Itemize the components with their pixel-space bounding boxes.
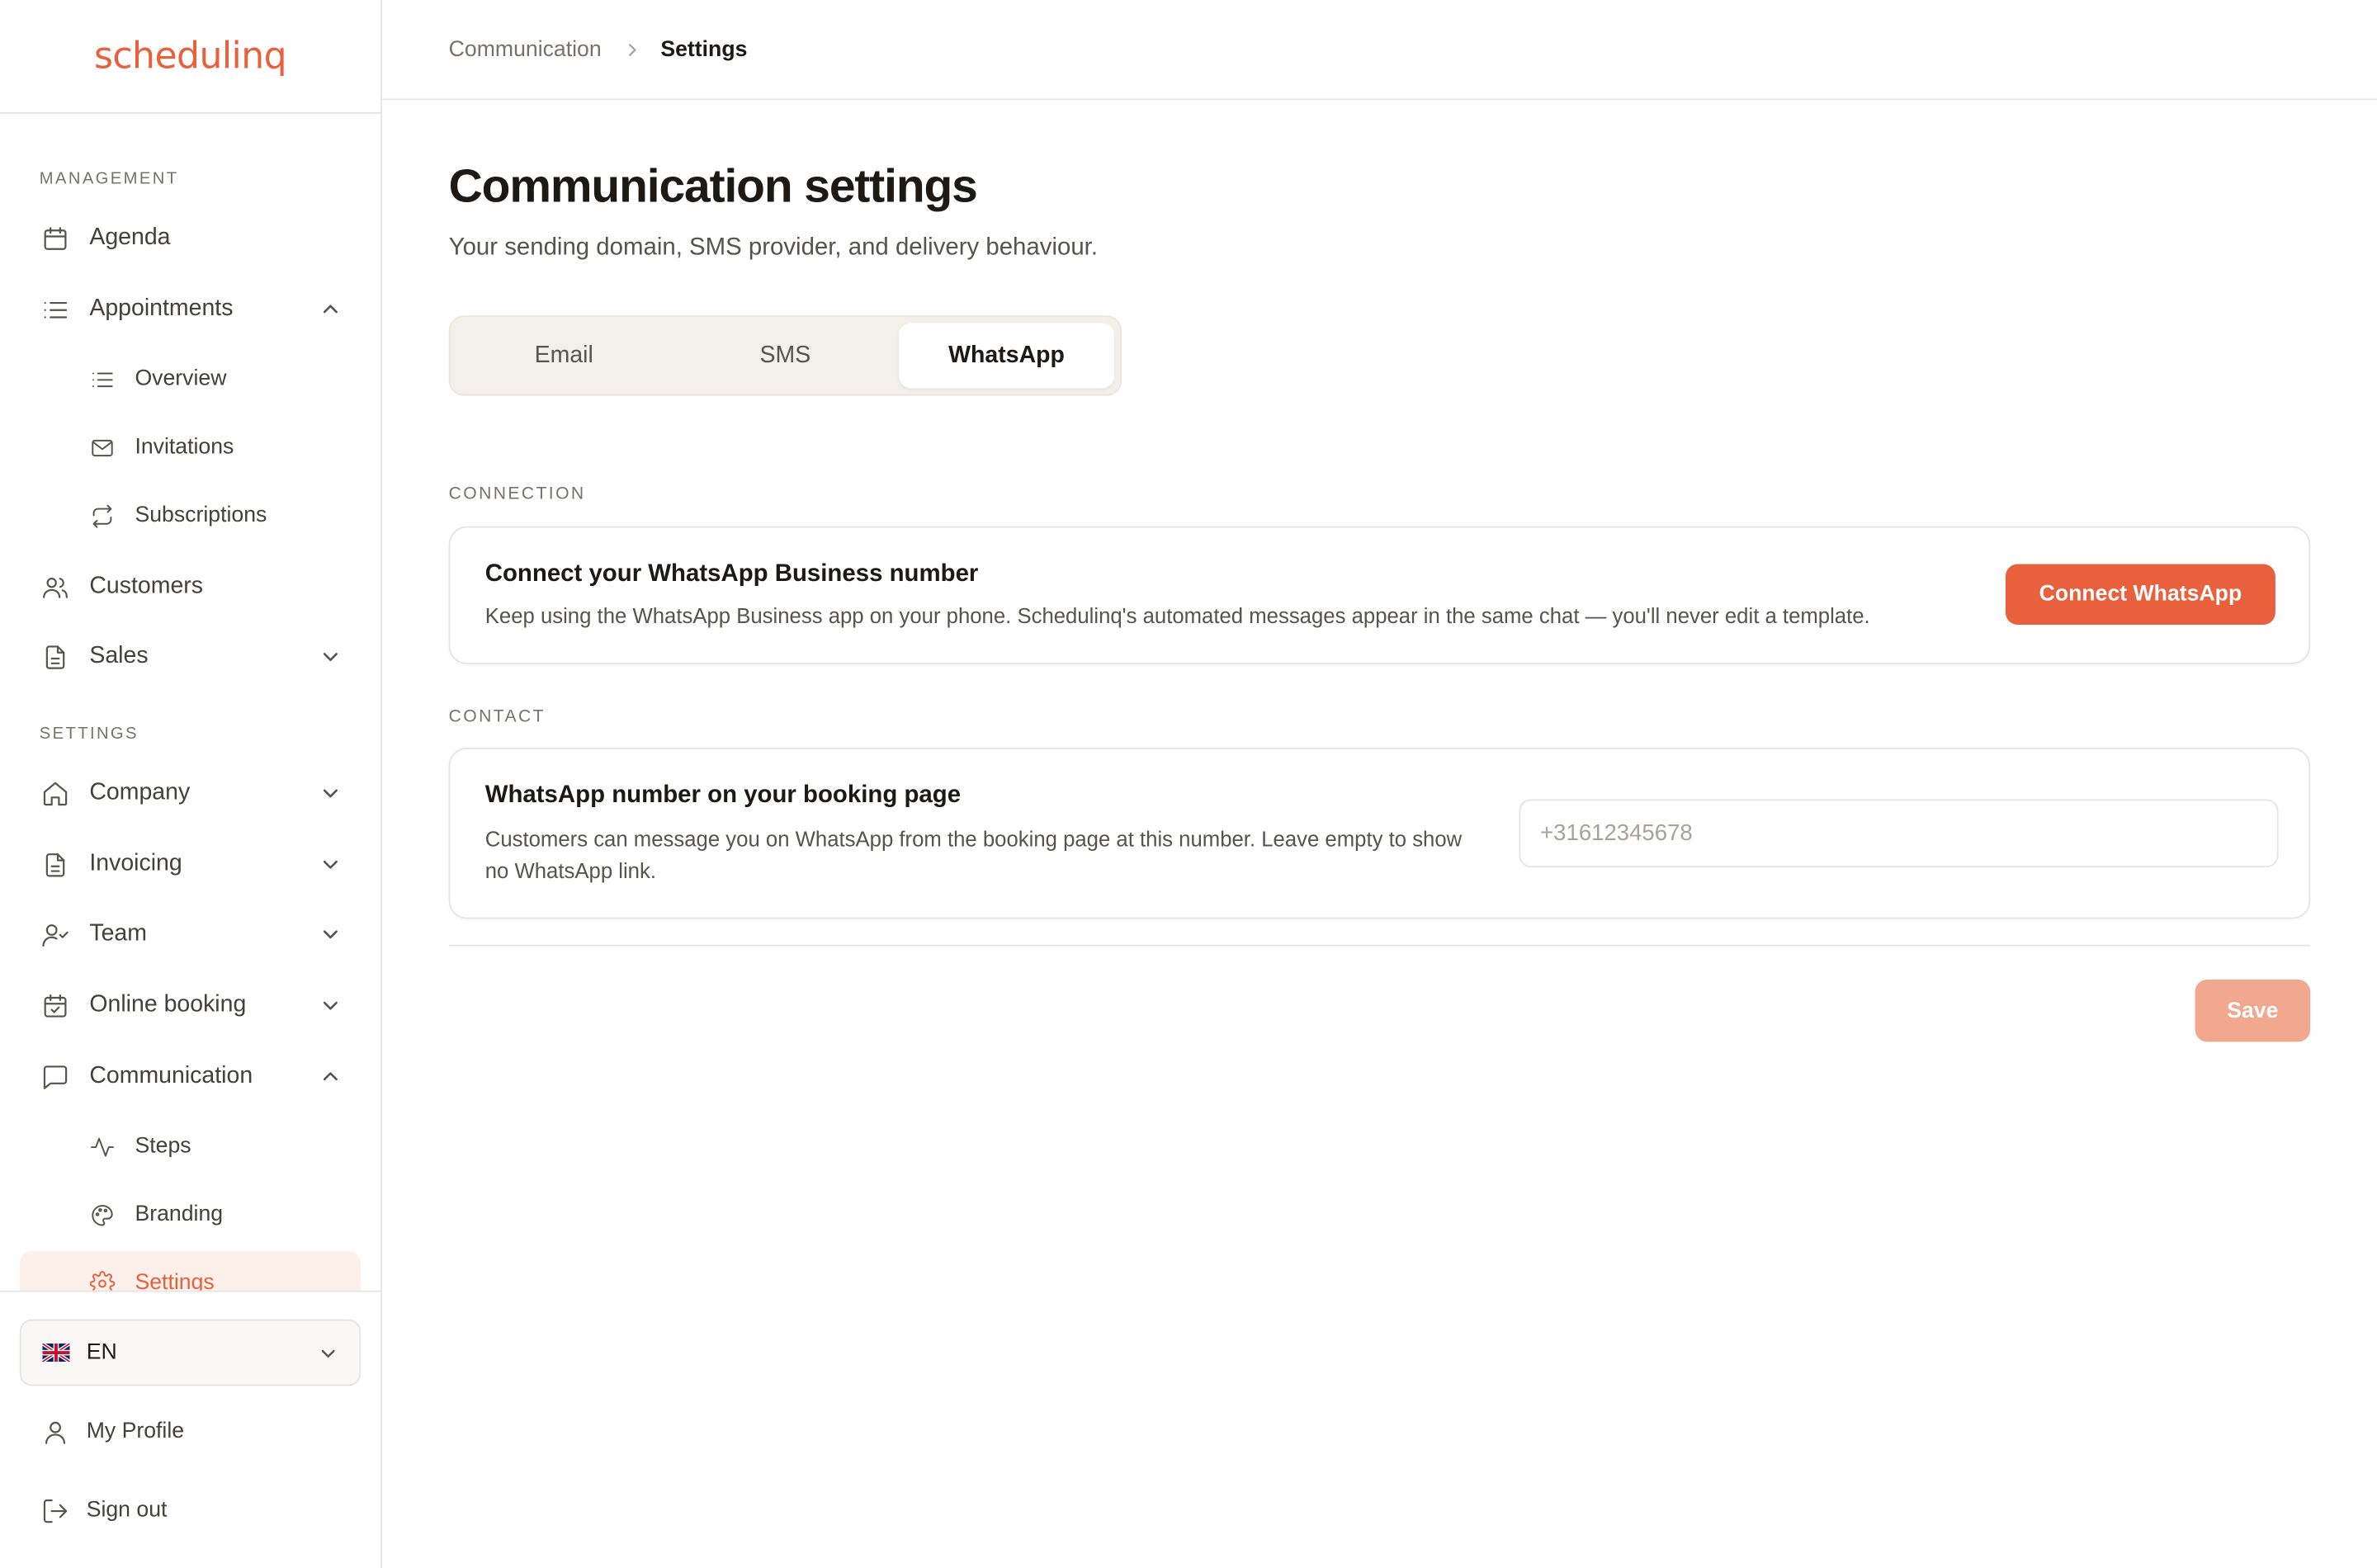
chevron-down-icon	[320, 994, 342, 1016]
mail-icon	[88, 434, 116, 461]
breadcrumb: Communication Settings	[381, 0, 2377, 101]
whatsapp-number-input[interactable]	[1519, 799, 2279, 868]
contact-title: WhatsApp number on your booking page	[484, 782, 962, 809]
palette-icon	[88, 1201, 116, 1228]
document-icon	[40, 849, 70, 880]
sidebar-item-appointments[interactable]: Appointments	[20, 279, 361, 340]
contact-card: WhatsApp number on your booking page Cus…	[448, 747, 2311, 919]
gear-icon	[88, 1269, 116, 1291]
sign-out-label: Sign out	[86, 1498, 168, 1523]
language-code: EN	[86, 1340, 117, 1365]
sidebar-item-team[interactable]: Team	[20, 904, 361, 965]
document-icon	[40, 641, 70, 672]
tab-email[interactable]: Email	[456, 323, 672, 388]
home-icon	[40, 778, 70, 809]
divider	[448, 944, 2311, 947]
chevron-down-icon	[319, 1344, 338, 1363]
user-icon	[40, 1416, 70, 1447]
sidebar-item-label: Invoicing	[89, 850, 182, 877]
breadcrumb-parent[interactable]: Communication	[449, 37, 602, 61]
chevron-down-icon	[320, 923, 342, 945]
sidebar-item-label: Team	[89, 920, 147, 947]
sidebar-item-communication[interactable]: Communication	[20, 1046, 361, 1108]
sidebar-item-label: Branding	[135, 1202, 224, 1227]
sidebar-item-label: Customers	[89, 573, 204, 599]
sidebar-item-company[interactable]: Company	[20, 763, 361, 824]
uk-flag-icon	[42, 1344, 70, 1363]
sidebar: schedulinq MANAGEMENT Agenda Appointment…	[0, 0, 382, 1568]
chevron-right-icon	[622, 40, 640, 59]
app-logo[interactable]: schedulinq	[94, 35, 287, 77]
sidebar-item-label: Company	[89, 779, 191, 805]
tab-sms[interactable]: SMS	[678, 323, 893, 388]
sidebar-item-label: Online booking	[89, 991, 247, 1018]
app-root: schedulinq MANAGEMENT Agenda Appointment…	[0, 0, 2377, 1568]
list-icon	[88, 366, 116, 393]
user-check-icon	[40, 919, 70, 950]
page-subtitle: Your sending domain, SMS provider, and d…	[448, 234, 1099, 262]
list-icon	[40, 294, 70, 324]
sidebar-nav[interactable]: MANAGEMENT Agenda Appointments Overview …	[0, 114, 380, 1291]
sidebar-item-agenda[interactable]: Agenda	[20, 208, 361, 268]
activity-icon	[88, 1133, 116, 1160]
page-title: Communication settings	[448, 158, 978, 213]
sidebar-item-sales[interactable]: Sales	[20, 626, 361, 687]
section-label-settings: SETTINGS	[39, 725, 139, 744]
chevron-up-icon	[320, 1066, 342, 1088]
save-button[interactable]: Save	[2195, 980, 2311, 1042]
sidebar-subitem-steps[interactable]: Steps	[67, 1119, 361, 1174]
sidebar-item-online-booking[interactable]: Online booking	[20, 975, 361, 1037]
sidebar-item-label: Invitations	[135, 435, 234, 460]
section-label-connection: CONNECTION	[448, 485, 586, 504]
connection-card: Connect your WhatsApp Business number Ke…	[448, 526, 2311, 664]
sidebar-item-label: Communication	[89, 1063, 253, 1089]
connection-title: Connect your WhatsApp Business number	[484, 560, 979, 588]
message-square-icon	[40, 1061, 70, 1092]
section-label-contact: CONTACT	[448, 708, 546, 727]
logo-area[interactable]: schedulinq	[0, 0, 381, 114]
language-select[interactable]: EN	[19, 1319, 362, 1386]
calendar-check-icon	[40, 990, 70, 1021]
chevron-down-icon	[320, 646, 342, 668]
connection-description: Keep using the WhatsApp Business app on …	[484, 603, 1870, 628]
main-content: Communication Settings Communication set…	[381, 0, 2377, 1568]
connect-whatsapp-button[interactable]: Connect WhatsApp	[2005, 564, 2275, 626]
tab-whatsapp[interactable]: WhatsApp	[899, 323, 1114, 389]
calendar-icon	[40, 223, 70, 253]
chevron-down-icon	[320, 782, 342, 804]
sidebar-subitem-branding[interactable]: Branding	[67, 1188, 361, 1242]
my-profile-link[interactable]: My Profile	[20, 1401, 361, 1462]
sidebar-item-label: Subscriptions	[135, 503, 267, 528]
sidebar-footer: EN My Profile Sign out	[0, 1290, 381, 1568]
users-icon	[40, 572, 70, 602]
contact-description: Customers can message you on WhatsApp fr…	[484, 826, 1463, 883]
sidebar-item-label: Overview	[135, 366, 227, 392]
repeat-icon	[88, 502, 116, 529]
sidebar-item-label: Agenda	[89, 224, 171, 251]
breadcrumb-current: Settings	[660, 37, 748, 62]
my-profile-label: My Profile	[86, 1419, 185, 1444]
sidebar-item-customers[interactable]: Customers	[20, 556, 361, 617]
sign-out-link[interactable]: Sign out	[20, 1480, 361, 1541]
sidebar-subitem-invitations[interactable]: Invitations	[67, 420, 361, 475]
log-out-icon	[40, 1495, 70, 1526]
sidebar-item-label: Steps	[135, 1134, 191, 1159]
chevron-up-icon	[320, 299, 342, 320]
sidebar-subitem-settings[interactable]: Settings	[19, 1250, 362, 1291]
section-label-management: MANAGEMENT	[39, 169, 179, 188]
sidebar-item-invoicing[interactable]: Invoicing	[20, 834, 361, 895]
sidebar-item-label: Appointments	[89, 295, 234, 322]
sidebar-item-label: Settings	[135, 1270, 215, 1291]
sidebar-subitem-subscriptions[interactable]: Subscriptions	[67, 489, 361, 543]
chevron-down-icon	[320, 854, 342, 876]
sidebar-item-label: Sales	[89, 643, 149, 669]
channel-tabs: Email SMS WhatsApp	[448, 315, 1122, 396]
sidebar-subitem-overview[interactable]: Overview	[67, 352, 361, 406]
